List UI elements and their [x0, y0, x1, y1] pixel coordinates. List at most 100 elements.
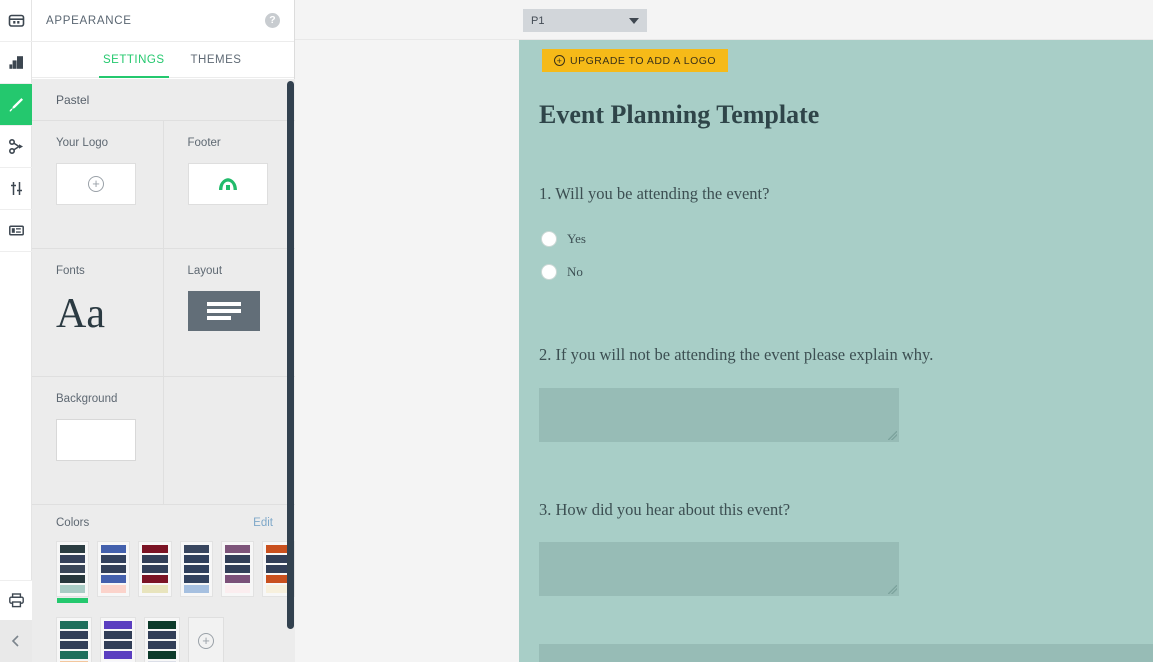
settings-sliders-icon[interactable]	[0, 168, 32, 210]
palette-bar-0	[142, 545, 168, 553]
palette-bar-2	[60, 565, 86, 573]
setting-label-fonts: Fonts	[56, 265, 85, 277]
layout-thumbnail[interactable]	[187, 291, 260, 331]
palette-bar-3	[60, 575, 86, 583]
colors-edit-link[interactable]: Edit	[253, 517, 273, 529]
radio-option-no[interactable]: No	[541, 264, 583, 280]
palette-bar-0	[104, 621, 132, 629]
palette-bar-3	[148, 651, 176, 659]
setting-empty-slot	[163, 377, 295, 505]
palette-bar-1	[101, 555, 127, 563]
panel-scrollbar-thumb[interactable]	[287, 81, 294, 629]
background-color-swatch[interactable]	[56, 419, 136, 461]
palette-bar-4	[183, 585, 209, 593]
palette-bar-3	[224, 575, 250, 583]
color-palette-teal[interactable]	[56, 617, 92, 662]
setting-label-logo: Your Logo	[56, 137, 109, 149]
appearance-editor-app: APPEARANCE ? SETTINGS THEMES Pastel Your…	[0, 0, 1153, 662]
tab-themes[interactable]: THEMES	[178, 42, 255, 77]
radio-label-yes: Yes	[567, 231, 586, 246]
footer-logo-button[interactable]	[187, 163, 268, 205]
palette-bar-2	[142, 565, 168, 573]
setting-your-logo: Your Logo +	[32, 121, 164, 249]
tab-settings[interactable]: SETTINGS	[90, 42, 178, 78]
collapse-panel-chevron-icon[interactable]	[0, 620, 32, 662]
color-palette-crimson[interactable]	[138, 541, 172, 597]
palette-bar-2	[104, 641, 132, 649]
panel-body: Pastel Your Logo + Footer Fonts Aa Layou…	[32, 79, 295, 662]
color-palette-blue[interactable]	[97, 541, 131, 597]
setting-fonts: Fonts Aa	[32, 249, 164, 377]
palette-bar-3	[101, 575, 127, 583]
form-preview: + UPGRADE TO ADD A LOGO Event Planning T…	[519, 40, 1153, 662]
panel-tabs: SETTINGS THEMES	[32, 42, 294, 78]
chart-elements-icon[interactable]	[0, 42, 32, 84]
question-2-textarea[interactable]	[539, 388, 899, 442]
palette-bar-0	[60, 621, 88, 629]
paintbrush-icon[interactable]	[0, 84, 32, 126]
setting-label-footer: Footer	[187, 137, 221, 149]
palette-bar-3	[142, 575, 168, 583]
color-palette-navy[interactable]	[179, 541, 213, 597]
brand-arch-icon	[218, 178, 237, 190]
left-icon-rail	[0, 0, 32, 662]
layout-line-1	[206, 302, 241, 306]
radio-icon	[541, 231, 557, 247]
palette-bar-3	[104, 651, 132, 659]
color-palette-pastel[interactable]	[56, 541, 90, 603]
palette-bar-1	[183, 555, 209, 563]
radio-option-yes[interactable]: Yes	[541, 231, 586, 247]
radio-icon	[541, 264, 557, 280]
question-3-textarea[interactable]	[539, 542, 899, 596]
palette-row-2: +	[32, 613, 295, 662]
card-preview-icon[interactable]	[0, 210, 32, 252]
share-flow-icon[interactable]	[0, 126, 32, 168]
upgrade-to-add-logo-button[interactable]: + UPGRADE TO ADD A LOGO	[542, 49, 729, 72]
page-select-value: P1	[531, 14, 545, 27]
setting-label-layout: Layout	[187, 265, 223, 277]
colors-header: Colors Edit	[32, 517, 295, 537]
palette-bar-4	[60, 585, 86, 593]
font-sample[interactable]: Aa	[56, 291, 163, 337]
radio-label-no: No	[567, 264, 583, 279]
palette-bar-0	[183, 545, 209, 553]
panel-scrollbar[interactable]	[287, 79, 294, 662]
palette-bar-2	[60, 641, 88, 649]
palette-bar-2	[101, 565, 127, 573]
color-palette-forest[interactable]	[144, 617, 180, 662]
palette-bar-0	[224, 545, 250, 553]
rail-bottom-group	[0, 580, 32, 662]
add-palette-button[interactable]: +	[188, 617, 224, 662]
print-icon[interactable]	[0, 580, 32, 620]
form-builder-icon[interactable]	[0, 0, 32, 42]
color-palette-plum[interactable]	[220, 541, 254, 597]
colors-section: Colors Edit +	[32, 505, 295, 662]
palette-bar-1	[224, 555, 250, 563]
colors-title: Colors	[56, 517, 90, 529]
setting-layout: Layout	[163, 249, 295, 377]
palette-bar-1	[60, 631, 88, 639]
color-palette-purple[interactable]	[100, 617, 136, 662]
palette-bar-1	[60, 555, 86, 563]
question-2-label: 2. If you will not be attending the even…	[539, 345, 934, 364]
palette-bar-4	[224, 585, 250, 593]
active-theme-name: Pastel	[32, 79, 295, 121]
add-logo-button[interactable]: +	[56, 163, 136, 205]
palette-bar-2	[183, 565, 209, 573]
chevron-down-icon	[629, 17, 639, 24]
palette-row-1	[32, 537, 295, 603]
layout-line-3	[206, 316, 231, 320]
palette-bar-1	[104, 631, 132, 639]
palette-bar-4	[142, 585, 168, 593]
question-1-label: 1. Will you be attending the event?	[539, 184, 770, 203]
palette-bar-3	[183, 575, 209, 583]
page-select[interactable]: P1	[523, 9, 647, 32]
canvas-toolbar: P1	[295, 0, 1153, 40]
palette-bar-0	[148, 621, 176, 629]
form-canvas: P1 + UPGRADE TO ADD A LOGO Event Plannin…	[295, 0, 1153, 662]
plus-circle-icon: +	[198, 632, 214, 649]
help-icon[interactable]: ?	[265, 13, 280, 28]
palette-bar-4	[101, 585, 127, 593]
next-field-partial[interactable]	[539, 644, 1153, 662]
appearance-settings-grid: Your Logo + Footer Fonts Aa Layout Backg…	[32, 121, 295, 505]
